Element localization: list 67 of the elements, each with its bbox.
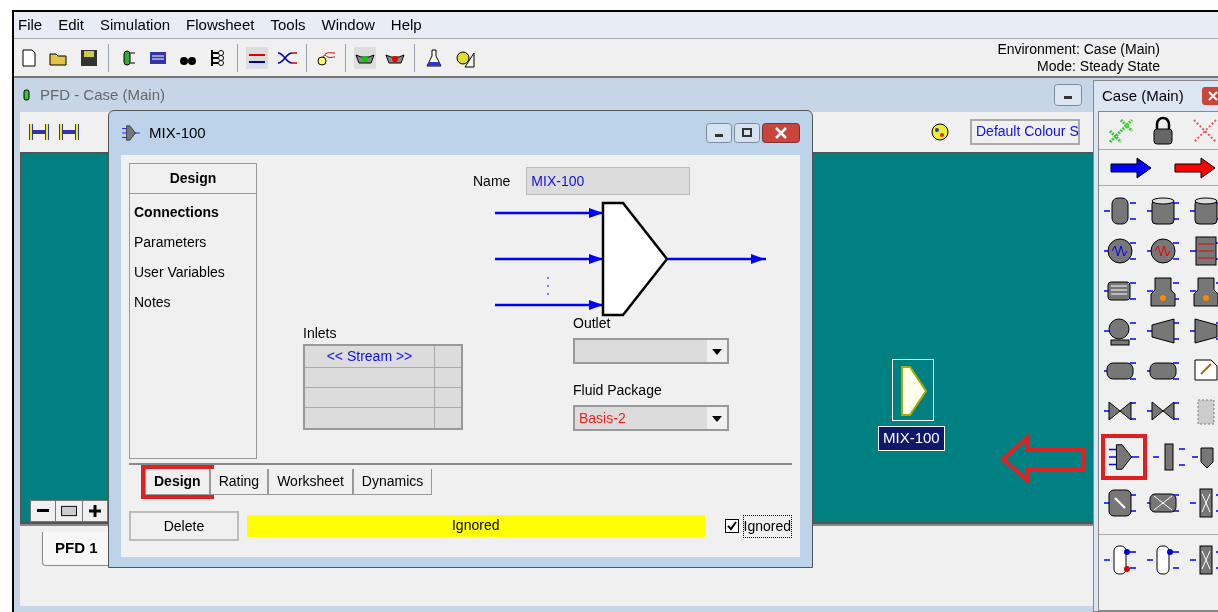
- nav-item[interactable]: User Variables: [134, 262, 252, 283]
- material-stream-icon[interactable]: [1109, 155, 1153, 180]
- tee-icon[interactable]: [1152, 440, 1186, 474]
- colour-scheme-field[interactable]: Default Colour S: [970, 119, 1080, 145]
- table-cell[interactable]: [305, 388, 435, 408]
- delete-button[interactable]: Delete: [129, 511, 239, 541]
- table-cell[interactable]: [305, 368, 435, 388]
- absorber-icon[interactable]: [1188, 543, 1218, 577]
- absorber-icon[interactable]: [1188, 486, 1218, 520]
- tank-icon[interactable]: [1188, 194, 1218, 228]
- parallel-lines-icon[interactable]: [246, 46, 268, 69]
- table-cell[interactable]: << Stream >>: [305, 346, 435, 368]
- plus-icon: [89, 505, 101, 517]
- status-bar: Ignored: [246, 515, 705, 537]
- minimize-icon[interactable]: [1054, 84, 1082, 106]
- ignored-label: Ignored: [742, 514, 792, 538]
- menu-item[interactable]: Help: [390, 13, 422, 37]
- column-icon[interactable]: [1146, 543, 1180, 577]
- palette-icon[interactable]: [930, 122, 950, 142]
- outlet-label: Outlet: [573, 314, 612, 333]
- furnace-icon[interactable]: [1188, 274, 1218, 308]
- menu-item[interactable]: Window: [321, 13, 375, 37]
- tab[interactable]: Worksheet: [268, 469, 353, 495]
- nav-item[interactable]: Notes: [134, 292, 252, 313]
- name-field[interactable]: MIX-100: [526, 167, 691, 195]
- nav-item[interactable]: Connections: [134, 202, 252, 223]
- mixer-tank-icon[interactable]: [1103, 486, 1138, 520]
- name-label: Name: [473, 171, 511, 191]
- energy-stream-icon[interactable]: [1173, 155, 1217, 180]
- furnace-icon[interactable]: [1146, 274, 1180, 308]
- arrow-annotation-icon: [1000, 434, 1086, 484]
- ignored-checkbox[interactable]: [724, 519, 739, 533]
- coil-exchanger-icon[interactable]: [1188, 234, 1218, 268]
- tank-icon[interactable]: [1146, 194, 1180, 228]
- menu-item[interactable]: Edit: [58, 13, 85, 37]
- dialog-title: MIX-100: [149, 122, 207, 143]
- inlets-label: Inlets: [303, 324, 338, 343]
- fluid-package-label: Fluid Package: [573, 381, 663, 400]
- pfd-window-title: PFD - Case (Main): [40, 84, 167, 105]
- pfd-icon: [22, 88, 32, 102]
- unit-label: MIX-100: [878, 426, 945, 451]
- palette-title: Case (Main): [1102, 85, 1184, 106]
- minimize-icon[interactable]: [706, 123, 732, 143]
- close-icon[interactable]: [762, 123, 800, 143]
- h-tool-icon[interactable]: [58, 121, 80, 143]
- mode-text: Mode: Steady State: [1037, 57, 1160, 75]
- fit-view-icon[interactable]: [55, 501, 83, 521]
- environment-text: Environment: Case (Main): [997, 40, 1160, 58]
- signal-light-icon[interactable]: [354, 46, 376, 69]
- flask-icon[interactable]: [423, 46, 445, 69]
- nav-header: Design: [130, 164, 256, 194]
- h-tool-icon[interactable]: [28, 121, 50, 143]
- menu-item[interactable]: Simulation: [100, 13, 171, 37]
- minus-icon: [37, 509, 49, 513]
- nav-item[interactable]: Parameters: [134, 232, 252, 253]
- vessel-icon[interactable]: [1103, 194, 1138, 228]
- menu-item[interactable]: Tools: [270, 13, 306, 37]
- mixer-unit-icon[interactable]: [892, 359, 934, 421]
- tab[interactable]: Dynamics: [352, 469, 433, 495]
- column-icon[interactable]: [1103, 543, 1138, 577]
- menu-item[interactable]: Flowsheet: [186, 13, 255, 37]
- tab[interactable]: PFD 1: [42, 532, 111, 566]
- menu-item[interactable]: File: [18, 13, 43, 37]
- tab[interactable]: Rating: [209, 469, 269, 495]
- close-icon[interactable]: [1202, 87, 1218, 105]
- lock-icon[interactable]: [1150, 115, 1176, 146]
- maximize-icon[interactable]: [734, 123, 760, 143]
